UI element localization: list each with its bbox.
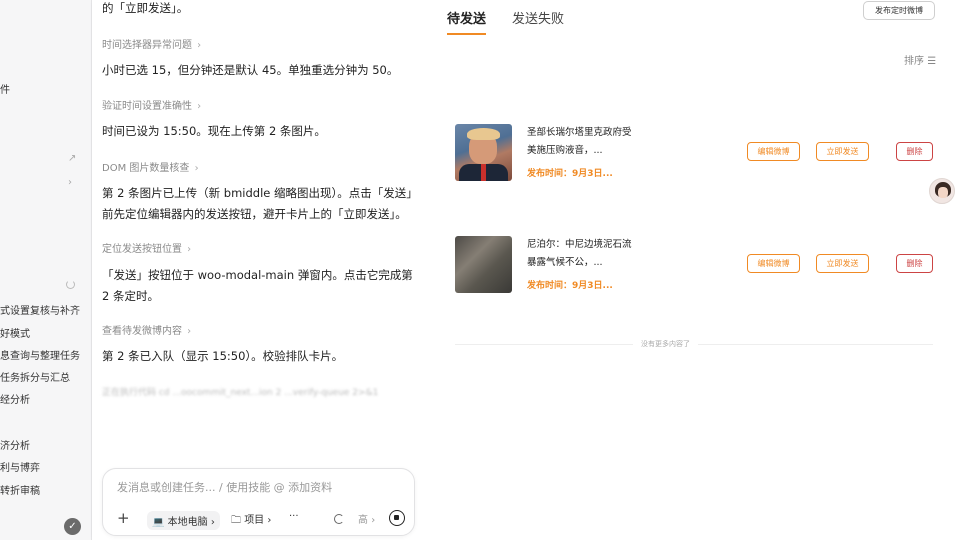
step-header[interactable]: 验证时间设置准确性 › [102, 97, 201, 112]
post-time: 发布时间：9月3日... [527, 281, 613, 291]
folder-icon: 🗀 [231, 515, 241, 526]
chevron-right-icon: › [191, 163, 199, 174]
project-selector[interactable]: 🗀 项目 › [231, 511, 271, 530]
weibo-scheduler-panel: 待发送 发送失败 发布定时微博 排序 ☰ 圣部长瑞尔塔里克政府受美施压购液音，.… [427, 0, 960, 540]
more-options-icon[interactable]: ··· [289, 511, 299, 522]
post-thumbnail [455, 236, 512, 293]
assistant-avatar[interactable] [929, 178, 955, 204]
edit-post-button[interactable]: 编辑微博 [747, 254, 800, 273]
chevron-right-icon: › [267, 515, 272, 526]
step-label: 验证时间设置准确性 [102, 101, 192, 112]
chat-panel: 的「立即发送」。 时间选择器异常问题 › 小时已选 15，但分钟还是默认 45。… [92, 0, 427, 540]
sidebar-item[interactable]: 转折审稿 [0, 482, 40, 497]
loading-icon [66, 280, 75, 289]
sidebar-item[interactable]: 式设置复核与补齐 [0, 302, 80, 317]
sort-label: 排序 [904, 56, 924, 67]
step-label: 时间选择器异常问题 [102, 40, 192, 51]
chevron-right-icon[interactable]: › [68, 177, 72, 188]
chevron-right-icon: › [184, 244, 192, 255]
no-more-content-label: 没有更多内容了 [633, 339, 698, 349]
step-header[interactable]: 定位发送按钮位置 › [102, 240, 191, 255]
step-header[interactable]: DOM 图片数量核查 › [102, 159, 199, 174]
tab-pending[interactable]: 待发送 [447, 8, 487, 35]
assistant-message: 第 2 条图片已上传（新 bmiddle 缩略图出现）。点击「发送」前先定位编辑… [102, 186, 413, 221]
sidebar: 件 ↗ › 式设置复核与补齐 好模式 息查询与整理任务 任务拆分与汇总 经分析 … [0, 0, 92, 540]
sidebar-item[interactable]: 经分析 [0, 391, 30, 406]
sidebar-item[interactable]: 利与博弈 [0, 459, 40, 474]
chevron-right-icon: › [210, 517, 215, 528]
composer: + 💻 本地电脑 › 🗀 项目 › ··· 高 › [102, 468, 415, 536]
chevron-right-icon: › [371, 515, 376, 526]
sidebar-item[interactable]: 好模式 [0, 325, 30, 340]
sidebar-item[interactable]: 件 [0, 81, 10, 96]
post-thumbnail [455, 124, 512, 181]
loading-icon [334, 514, 344, 524]
edit-post-button[interactable]: 编辑微博 [747, 142, 800, 161]
model-label: 高 [358, 515, 368, 526]
sidebar-item[interactable]: 任务拆分与汇总 [0, 369, 70, 384]
delete-button[interactable]: 删除 [896, 254, 933, 273]
step-header[interactable]: 时间选择器异常问题 › [102, 36, 201, 51]
stop-button[interactable] [389, 510, 405, 526]
chevron-right-icon: › [184, 326, 192, 337]
sidebar-item[interactable]: 济分析 [0, 437, 30, 452]
post-time: 发布时间：9月3日... [527, 169, 613, 179]
step-header[interactable]: 查看待发微博内容 › [102, 322, 191, 337]
assistant-message: 第 2 条已入队（显示 15:50）。校验排队卡片。 [102, 349, 344, 363]
model-selector[interactable]: 高 › [358, 511, 375, 526]
project-label: 项目 [244, 515, 265, 526]
step-label: 定位发送按钮位置 [102, 244, 182, 255]
check-icon[interactable]: ✓ [64, 518, 81, 535]
delete-button[interactable]: 删除 [896, 142, 933, 161]
sidebar-item[interactable]: 息查询与整理任务 [0, 347, 80, 362]
stop-icon [394, 515, 399, 520]
post-title: 圣部长瑞尔塔里克政府受美施压购液音，... [527, 127, 632, 156]
sort-button[interactable]: 排序 ☰ [904, 52, 936, 67]
plus-icon[interactable]: + [117, 509, 130, 527]
local-computer-chip[interactable]: 💻 本地电脑 › [147, 511, 220, 530]
assistant-message: 「发送」按钮位于 woo-modal-main 弹窗内。点击它完成第 2 条定时… [102, 268, 413, 303]
chevron-right-icon: › [194, 101, 202, 112]
step-label: 查看待发微博内容 [102, 326, 182, 337]
message-input[interactable] [117, 481, 402, 494]
sort-icon: ☰ [927, 56, 937, 67]
queued-post-card: 圣部长瑞尔塔里克政府受美施压购液音，... 发布时间：9月3日... 编辑微博 … [455, 124, 935, 184]
queued-post-card: 尼泊尔：中尼边境泥石流暴露气候不公，... 发布时间：9月3日... 编辑微博 … [455, 236, 935, 296]
laptop-icon: 💻 [152, 517, 165, 528]
tab-failed[interactable]: 发送失败 [512, 8, 564, 27]
step-label: DOM 图片数量核查 [102, 163, 190, 174]
local-computer-label: 本地电脑 [167, 517, 208, 528]
running-command-line: 正在执行代码 cd ...oocommit_next...ion 2 ...ve… [102, 388, 379, 398]
send-now-button[interactable]: 立即发送 [816, 254, 869, 273]
arrow-up-right-icon[interactable]: ↗ [68, 153, 76, 164]
chevron-right-icon: › [194, 40, 202, 51]
post-title: 尼泊尔：中尼边境泥石流暴露气候不公，... [527, 239, 632, 268]
assistant-message: 的「立即发送」。 [102, 1, 189, 15]
schedule-post-button[interactable]: 发布定时微博 [863, 1, 935, 20]
assistant-message: 小时已选 15，但分钟还是默认 45。单独重选分钟为 50。 [102, 63, 399, 77]
assistant-message: 时间已设为 15:50。现在上传第 2 条图片。 [102, 124, 326, 138]
send-now-button[interactable]: 立即发送 [816, 142, 869, 161]
